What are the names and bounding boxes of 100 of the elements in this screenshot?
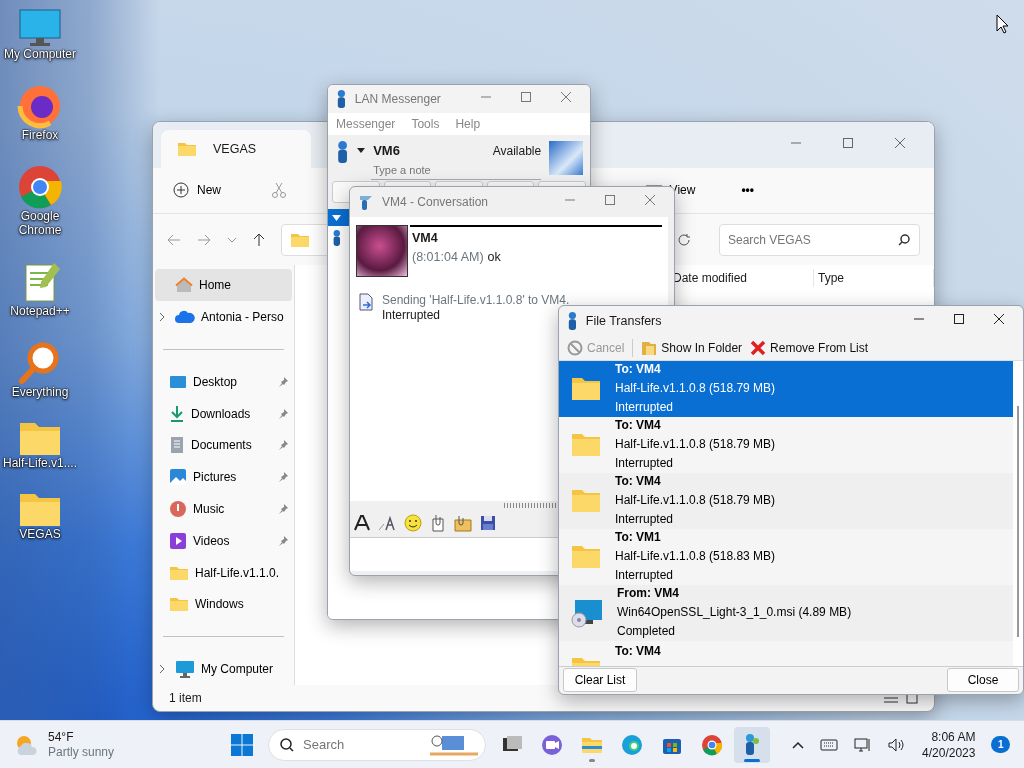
chrome-icon: [700, 732, 724, 757]
window-title: File Transfers: [585, 312, 662, 330]
tab-title: VEGAS: [213, 140, 257, 158]
transfer-row[interactable]: To: VM1 Half-Life.v1.1.0.8 (518.83 MB) Interrupted: [559, 528, 1013, 585]
clock[interactable]: 8:06 AM 4/20/2023: [922, 728, 976, 761]
document-icon: [169, 436, 185, 455]
sidebar-item[interactable]: Documents: [155, 429, 292, 462]
sidebar-item[interactable]: Downloads: [155, 397, 292, 430]
menu-item[interactable]: Messenger: [336, 115, 396, 133]
menu-item[interactable]: Help: [455, 115, 481, 133]
keyboard-icon[interactable]: [820, 738, 839, 751]
window-title: LAN Messenger: [354, 91, 441, 108]
folder-icon: [571, 544, 601, 569]
note-field[interactable]: Type a note: [371, 160, 542, 180]
weather-widget[interactable]: 54°F Partly sunny: [14, 729, 204, 760]
avatar-picture[interactable]: [549, 141, 584, 175]
close-icon: [894, 137, 906, 149]
smiley-icon[interactable]: [404, 514, 422, 532]
monitor-icon: [18, 8, 62, 48]
messenger-icon: [358, 193, 374, 211]
sidebar-item[interactable]: Music: [155, 493, 292, 525]
status-label[interactable]: Available: [492, 141, 542, 160]
person-icon: [567, 312, 578, 330]
event-text: Sending 'Half-Life.v1.1.0.8' to VM4.: [382, 293, 570, 308]
monitor-icon: [175, 660, 195, 679]
maximize-icon: [842, 137, 854, 149]
caret-down-icon[interactable]: [357, 148, 366, 154]
folder-icon: [177, 141, 197, 157]
column-header[interactable]: Type: [814, 269, 934, 288]
person-icon: [336, 141, 350, 163]
folder-icon: [641, 339, 658, 356]
video-icon: [169, 531, 187, 550]
picture-icon: [169, 468, 187, 487]
sidebar-item[interactable]: Windows: [155, 588, 292, 621]
transfer-row[interactable]: From: VM4 Win64OpenSSL_Light-3_1_0.msi (4.89 MB) Completed: [559, 584, 1013, 641]
sidebar-item[interactable]: Pictures: [155, 461, 292, 494]
taskbar-search-field[interactable]: Search: [268, 728, 486, 761]
tiles-view-icon[interactable]: [906, 692, 918, 704]
message-time: (8:01:04 AM): [412, 248, 484, 266]
speaker-icon[interactable]: [888, 737, 907, 752]
sidebar-item[interactable]: Half-Life.v1.1.0.: [155, 556, 292, 589]
close-dialog-button[interactable]: Close: [947, 668, 1019, 693]
new-button[interactable]: New: [167, 180, 227, 201]
taskbar-app-button[interactable]: [734, 726, 770, 763]
user-name: VM6: [373, 142, 400, 160]
maximize-icon: [604, 194, 616, 206]
toolbar-button[interactable]: Remove From List: [750, 338, 869, 357]
sidebar-item[interactable]: My Computer: [155, 653, 292, 685]
folder-icon: [169, 564, 189, 581]
more-button[interactable]: •••: [735, 180, 760, 201]
maximize-icon: [520, 91, 532, 103]
sidebar-item[interactable]: Home: [155, 269, 292, 302]
transfer-row[interactable]: To: VM4 Half-Life.v1.1.0.8 (518.79 MB) Interrupted: [559, 416, 1013, 473]
refresh-icon[interactable]: [677, 232, 691, 247]
x-mark-icon: [750, 339, 767, 356]
search-field[interactable]: Search VEGAS: [719, 223, 920, 256]
scissors-icon[interactable]: [271, 182, 287, 199]
folder-icon: [169, 596, 189, 613]
person-icon: [336, 90, 347, 108]
menu-item[interactable]: Tools: [411, 115, 440, 133]
search-icon: [898, 233, 910, 246]
up-arrow-icon[interactable]: [253, 232, 265, 247]
transfer-row[interactable]: To: VM4: [559, 640, 1013, 666]
pin-icon: [278, 408, 288, 419]
avatar-picture: [356, 225, 408, 277]
notification-badge[interactable]: 1: [991, 736, 1010, 753]
folder-icon: [18, 421, 62, 458]
status-text: 1 item: [169, 690, 202, 707]
close-icon: [560, 91, 572, 103]
folder-icon: [290, 231, 310, 248]
pin-icon: [278, 472, 288, 483]
folder-icon: [571, 432, 601, 457]
sidebar-item[interactable]: Antonia - Perso: [155, 301, 292, 333]
file-clip-icon[interactable]: [430, 514, 446, 532]
chevron-down-icon[interactable]: [227, 236, 237, 243]
desktop-icon-label[interactable]: Half-Life.v1....: [1, 457, 79, 471]
desktop-icon-label[interactable]: VEGAS: [1, 528, 79, 542]
folder-icon: [571, 488, 601, 513]
back-arrow-icon[interactable]: [167, 233, 181, 246]
forward-arrow-icon[interactable]: [197, 233, 211, 246]
network-icon[interactable]: [854, 736, 873, 753]
font-style-icon[interactable]: [378, 515, 396, 531]
chevron-up-icon[interactable]: [792, 740, 805, 749]
transfer-row[interactable]: To: VM4 Half-Life.v1.1.0.8 (518.79 MB) Interrupted: [559, 472, 1013, 529]
clear-list-button[interactable]: Clear List: [563, 668, 637, 693]
message-text: ok: [487, 248, 501, 266]
folder-tab[interactable]: VEGAS: [161, 130, 311, 168]
font-icon[interactable]: [354, 515, 370, 531]
sidebar-item[interactable]: Videos: [155, 524, 292, 557]
sender-name: VM4: [412, 230, 439, 247]
cloud-icon: [175, 310, 195, 325]
sidebar-item[interactable]: Desktop: [155, 366, 292, 398]
monitor-disc-icon: [571, 597, 603, 628]
transfer-row[interactable]: To: VM4 Half-Life.v1.1.0.8 (518.79 MB) Interrupted: [559, 360, 1013, 417]
folder-clip-icon[interactable]: [454, 514, 472, 532]
document-arrow-icon: [358, 293, 374, 311]
pin-icon: [278, 535, 288, 546]
mouse-pointer-icon: [996, 14, 1010, 34]
desktop-icon-label[interactable]: Everything: [1, 385, 79, 400]
toolbar-button[interactable]: Show In Folder: [641, 338, 743, 357]
